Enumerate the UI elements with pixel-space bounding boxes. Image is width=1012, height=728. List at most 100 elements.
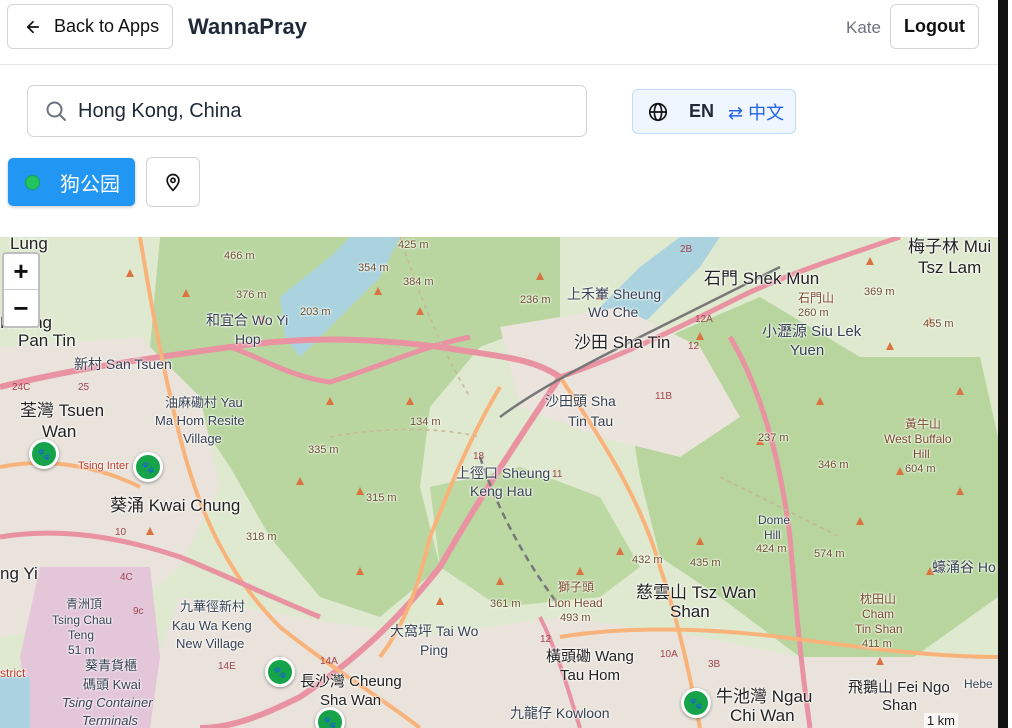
map-label: 236 m	[520, 294, 551, 306]
map-label: 飛鵝山 Fei Ngo	[848, 679, 950, 696]
search-icon	[46, 101, 66, 121]
map-label: Tin Tau	[568, 413, 614, 429]
switch-language-label: ⇄ 中文	[728, 102, 785, 123]
map[interactable]: 24C 25 2B 12A 12 11B 18 11 4C 9c 14E 14A 12 10A 3B 1…	[0, 237, 998, 728]
map-label: Terminals	[82, 713, 138, 728]
map-label: 432 m	[632, 554, 663, 566]
svg-text:14E: 14E	[218, 661, 236, 672]
svg-text:18: 18	[473, 451, 485, 462]
map-label: Shan	[670, 602, 710, 621]
map-label: 411 m	[862, 638, 892, 650]
map-scale: 1 km	[923, 713, 958, 728]
map-label: Hebe	[964, 677, 993, 691]
map-label: 435 m	[690, 557, 721, 569]
map-label: 沙田 Sha Tin	[574, 333, 671, 352]
svg-text:12: 12	[688, 341, 700, 352]
map-label: 425 m	[398, 239, 429, 251]
map-label: Wo Che	[588, 304, 639, 320]
map-label: Tin Shan	[855, 622, 903, 636]
map-label: ng Yi	[0, 564, 38, 583]
svg-text:4C: 4C	[120, 572, 133, 583]
map-label: 384 m	[403, 276, 434, 288]
filter-dog-park-button[interactable]: 狗公园	[8, 158, 135, 206]
svg-text:25: 25	[78, 382, 90, 393]
map-label: Tsing Inter	[78, 460, 129, 472]
map-label: 315 m	[366, 492, 397, 504]
map-label: Pan Tin	[18, 331, 76, 350]
map-label: Cham	[862, 607, 895, 621]
map-label: 青洲頂	[66, 597, 103, 611]
map-label: New Village	[176, 636, 245, 651]
map-label: 369 m	[864, 286, 895, 298]
map-label: Tsing Chau	[52, 613, 113, 627]
svg-text:12A: 12A	[695, 314, 713, 325]
map-label: 335 m	[308, 444, 339, 456]
map-label: 346 m	[818, 459, 849, 471]
app-title: WannaPray	[188, 14, 308, 39]
map-label: Dome	[758, 513, 791, 527]
map-label: 葵青貨櫃	[85, 658, 138, 673]
dog-park-marker[interactable]: 🐾	[681, 688, 711, 718]
globe-icon	[648, 102, 668, 121]
map-label: 和宜合 Wo Yi	[206, 312, 289, 328]
map-label: Shan	[882, 697, 918, 714]
map-label: Kau Wa Keng	[172, 618, 252, 633]
svg-text:3B: 3B	[708, 659, 721, 670]
svg-text:2B: 2B	[680, 244, 693, 255]
category-dot-icon	[25, 174, 40, 190]
search-input[interactable]	[78, 99, 538, 123]
map-label: Tsz Lam	[918, 258, 982, 277]
map-label: 小瀝源 Siu Lek	[762, 323, 862, 340]
scrollbar-thumb[interactable]	[998, 0, 1008, 728]
map-label: 260 m	[798, 307, 829, 319]
map-label: 237 m	[758, 432, 789, 444]
map-label: 上徑口 Sheung	[456, 465, 551, 481]
map-label: 574 m	[814, 548, 845, 560]
map-label: Yuen	[790, 342, 825, 359]
map-label: 376 m	[236, 289, 267, 301]
map-label: Keng Hau	[470, 483, 533, 499]
map-label: 354 m	[358, 262, 389, 274]
map-label: 沙田頭 Sha	[545, 393, 616, 409]
map-label: 134 m	[410, 416, 441, 428]
svg-text:12: 12	[540, 634, 552, 645]
back-to-apps-label: Back to Apps	[54, 16, 160, 36]
map-label: 493 m	[560, 612, 591, 624]
search-box[interactable]	[27, 85, 587, 137]
filter-label: 狗公园	[60, 173, 120, 196]
app-header: Back to Apps WannaPray Kate Logout	[0, 0, 998, 65]
map-label: 梅子林 Mui	[908, 237, 992, 256]
map-label: strict	[0, 666, 26, 680]
map-label: 上禾輋 Sheung	[567, 286, 662, 302]
current-language: EN	[689, 101, 715, 121]
map-label: 466 m	[224, 250, 255, 262]
svg-text:10: 10	[115, 527, 127, 538]
dog-park-marker[interactable]: 🐾	[265, 657, 295, 687]
svg-text:24C: 24C	[12, 382, 30, 393]
zoom-in-button[interactable]: +	[4, 254, 38, 290]
back-to-apps-button[interactable]: Back to Apps	[7, 4, 173, 49]
dog-park-marker[interactable]: 🐾	[29, 439, 59, 469]
language-toggle-button[interactable]: EN ⇄ 中文	[632, 89, 796, 134]
dog-park-marker[interactable]: 🐾	[133, 452, 163, 482]
map-label: 蠔涌谷 Ho	[932, 559, 996, 575]
map-label: 455 m	[923, 318, 954, 330]
map-label: 慈雲山 Tsz Wan	[636, 583, 757, 602]
map-label: 604 m	[905, 463, 936, 475]
map-label: 石門 Shek Mun	[704, 269, 820, 288]
map-label: 51 m	[68, 643, 95, 657]
map-label: 318 m	[246, 531, 277, 543]
map-pin-icon	[166, 173, 180, 192]
map-label: West Buffalo	[884, 432, 952, 446]
map-label: 361 m	[490, 598, 521, 610]
arrow-left-icon	[26, 20, 40, 33]
map-label: 長沙灣 Cheung	[300, 673, 402, 690]
map-label: Lung	[10, 237, 48, 253]
svg-text:14A: 14A	[320, 656, 338, 667]
map-label: 石門山	[798, 291, 835, 305]
zoom-out-button[interactable]: −	[4, 290, 38, 326]
map-label: 黃牛山	[905, 417, 942, 431]
my-location-button[interactable]	[146, 157, 200, 207]
logout-button[interactable]: Logout	[890, 4, 979, 49]
map-label: 九龍仔 Kowloon	[510, 705, 610, 721]
